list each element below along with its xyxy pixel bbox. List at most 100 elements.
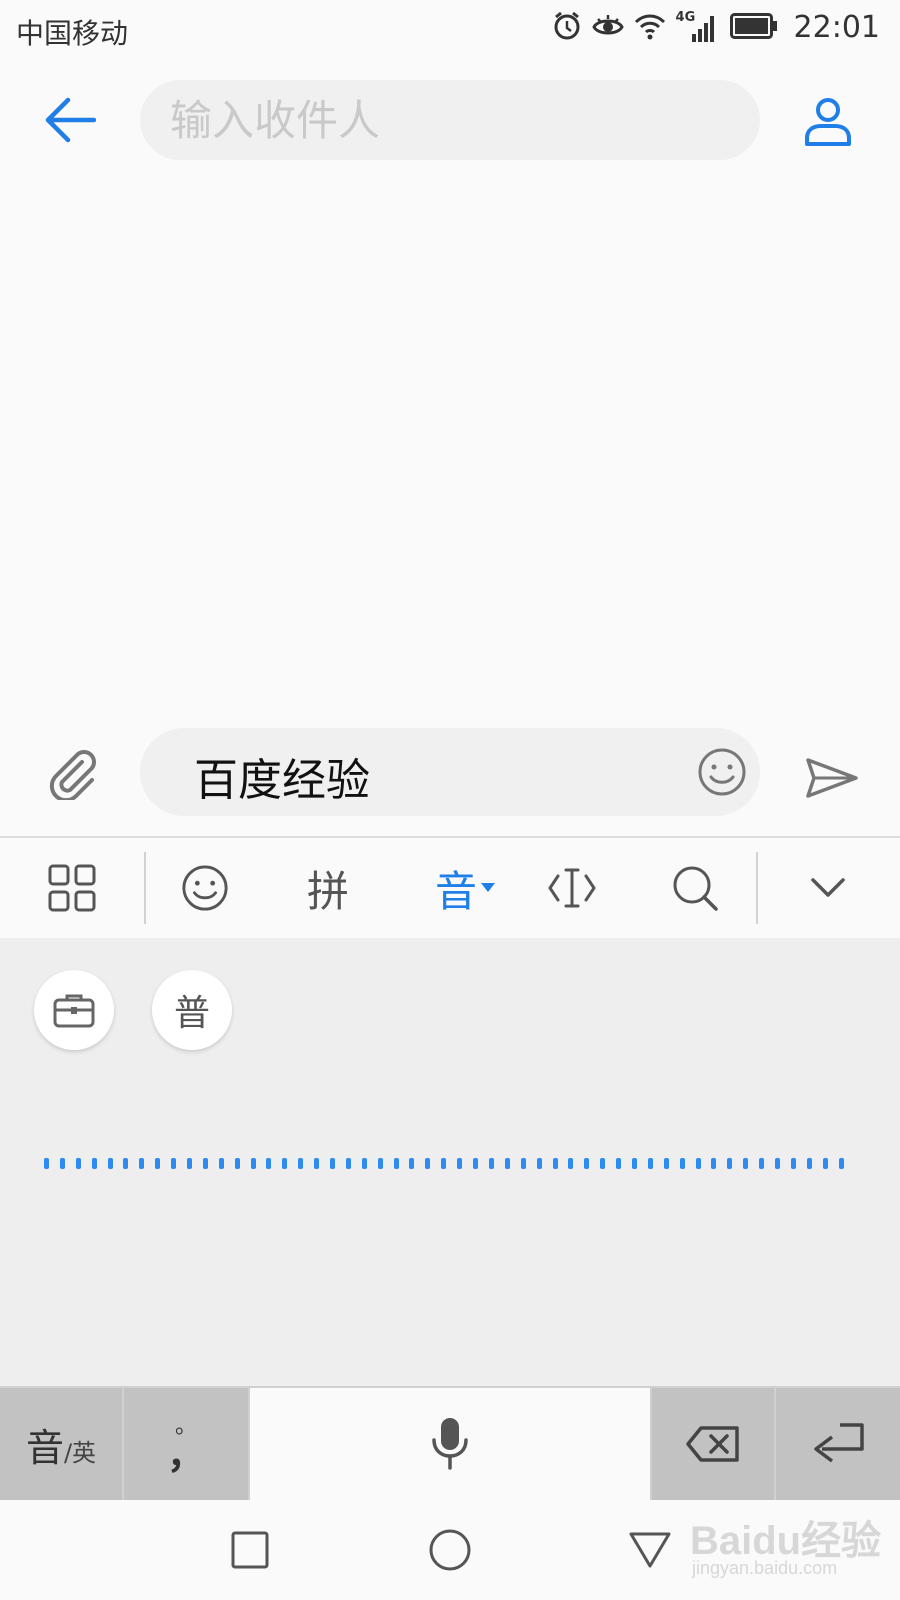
watermark-url: jingyan.baidu.com — [692, 1558, 838, 1578]
ime-search-button[interactable] — [655, 850, 735, 926]
cursor-edit-button[interactable] — [532, 850, 612, 926]
wave-dot — [361, 1158, 367, 1169]
wave-dot — [536, 1158, 542, 1169]
wave-dot — [806, 1158, 812, 1169]
keyboard-row: 音 /英 。 ， — [0, 1386, 900, 1500]
microphone-icon — [432, 1418, 468, 1470]
grid-icon — [48, 864, 96, 912]
attach-button[interactable] — [40, 742, 104, 806]
back-button[interactable] — [38, 88, 102, 152]
home-button[interactable] — [420, 1520, 480, 1580]
lang-key-sub: /英 — [63, 1438, 97, 1467]
wave-dot — [838, 1158, 844, 1169]
wave-dot — [330, 1158, 336, 1169]
voice-mode-button[interactable]: 音 — [420, 850, 510, 926]
paperclip-icon — [49, 750, 96, 800]
wave-dot — [123, 1158, 129, 1169]
wave-dot — [457, 1158, 463, 1169]
dropdown-caret-icon — [481, 883, 495, 892]
watermark: Baidu经验 jingyan.baidu.com — [690, 1498, 890, 1598]
punctuation-key[interactable]: 。 ， — [124, 1388, 248, 1500]
wave-dot — [488, 1158, 494, 1169]
carrier-name: 中国移动 — [16, 17, 129, 50]
voice-label: 音 — [434, 866, 477, 916]
battery-icon — [729, 12, 778, 43]
voice-wave — [44, 1158, 844, 1170]
wave-dot — [631, 1158, 637, 1169]
wave-dot — [679, 1158, 685, 1169]
home-icon — [429, 1529, 471, 1571]
wave-dot — [473, 1158, 479, 1169]
wave-dot — [187, 1158, 193, 1169]
enter-key[interactable] — [776, 1388, 900, 1500]
toolbar-separator — [756, 852, 758, 924]
wave-dot — [155, 1158, 161, 1169]
contact-icon — [805, 98, 851, 146]
wave-dot — [314, 1158, 320, 1169]
mandarin-toggle[interactable]: 普 — [152, 970, 232, 1050]
backspace-icon — [686, 1426, 739, 1462]
wave-dot — [298, 1158, 304, 1169]
wave-dot — [266, 1158, 272, 1169]
eye-icon — [591, 13, 624, 43]
wave-dot — [552, 1158, 558, 1169]
status-bar: 中国移动 4G 22:01 — [0, 0, 900, 64]
wave-dot — [91, 1158, 97, 1169]
wave-dot — [504, 1158, 510, 1169]
wave-dot — [584, 1158, 590, 1169]
wave-dot — [663, 1158, 669, 1169]
wave-dot — [234, 1158, 240, 1169]
contact-button[interactable] — [796, 90, 860, 154]
enter-icon — [814, 1423, 864, 1463]
recent-apps-button[interactable] — [220, 1520, 280, 1580]
toolbox-button[interactable] — [34, 970, 114, 1050]
wave-dot — [600, 1158, 606, 1169]
wave-dot — [171, 1158, 177, 1169]
wave-dot — [202, 1158, 208, 1169]
search-icon — [673, 866, 718, 911]
wave-dot — [393, 1158, 399, 1169]
wave-dot — [727, 1158, 733, 1169]
wave-dot — [568, 1158, 574, 1169]
message-input[interactable]: 百度经验 — [140, 728, 760, 816]
wave-dot — [107, 1158, 113, 1169]
wave-dot — [75, 1158, 81, 1169]
pinyin-mode-button[interactable]: 拼 — [288, 850, 368, 926]
wave-dot — [616, 1158, 622, 1169]
backspace-key[interactable] — [652, 1388, 774, 1500]
back-arrow-icon — [45, 97, 96, 143]
punct-bottom: ， — [166, 1433, 205, 1477]
wave-dot — [377, 1158, 383, 1169]
send-button[interactable] — [800, 746, 864, 810]
microphone-key[interactable] — [250, 1388, 650, 1500]
collapse-keyboard-button[interactable] — [788, 850, 868, 926]
wave-dot — [774, 1158, 780, 1169]
signal-icon: 4G — [676, 10, 720, 44]
wifi-icon — [634, 12, 666, 44]
ime-toolbar: 拼 音 — [0, 838, 900, 938]
alarm-icon — [552, 11, 582, 45]
smiley-icon — [698, 748, 746, 796]
ime-menu-button[interactable] — [32, 850, 112, 926]
wave-dot — [250, 1158, 256, 1169]
collapse-icon — [811, 878, 845, 897]
lang-key-main: 音 — [25, 1425, 64, 1470]
wave-dot — [822, 1158, 828, 1169]
mandarin-label: 普 — [173, 993, 210, 1034]
wave-dot — [425, 1158, 431, 1169]
language-switch-key[interactable]: 音 /英 — [0, 1388, 122, 1500]
voice-input-panel: 普 — [0, 938, 900, 1386]
wave-dot — [743, 1158, 749, 1169]
wave-dot — [647, 1158, 653, 1169]
back-nav-button[interactable] — [620, 1520, 680, 1580]
wave-dot — [711, 1158, 717, 1169]
recipient-input[interactable] — [140, 80, 760, 160]
emoji-icon — [182, 865, 228, 911]
wave-dot — [59, 1158, 65, 1169]
wave-dot — [139, 1158, 145, 1169]
ime-emoji-button[interactable] — [165, 850, 245, 926]
message-text: 百度经验 — [194, 755, 370, 806]
emoji-button[interactable] — [694, 744, 750, 800]
wave-dot — [759, 1158, 765, 1169]
clock: 22:01 — [793, 10, 880, 45]
